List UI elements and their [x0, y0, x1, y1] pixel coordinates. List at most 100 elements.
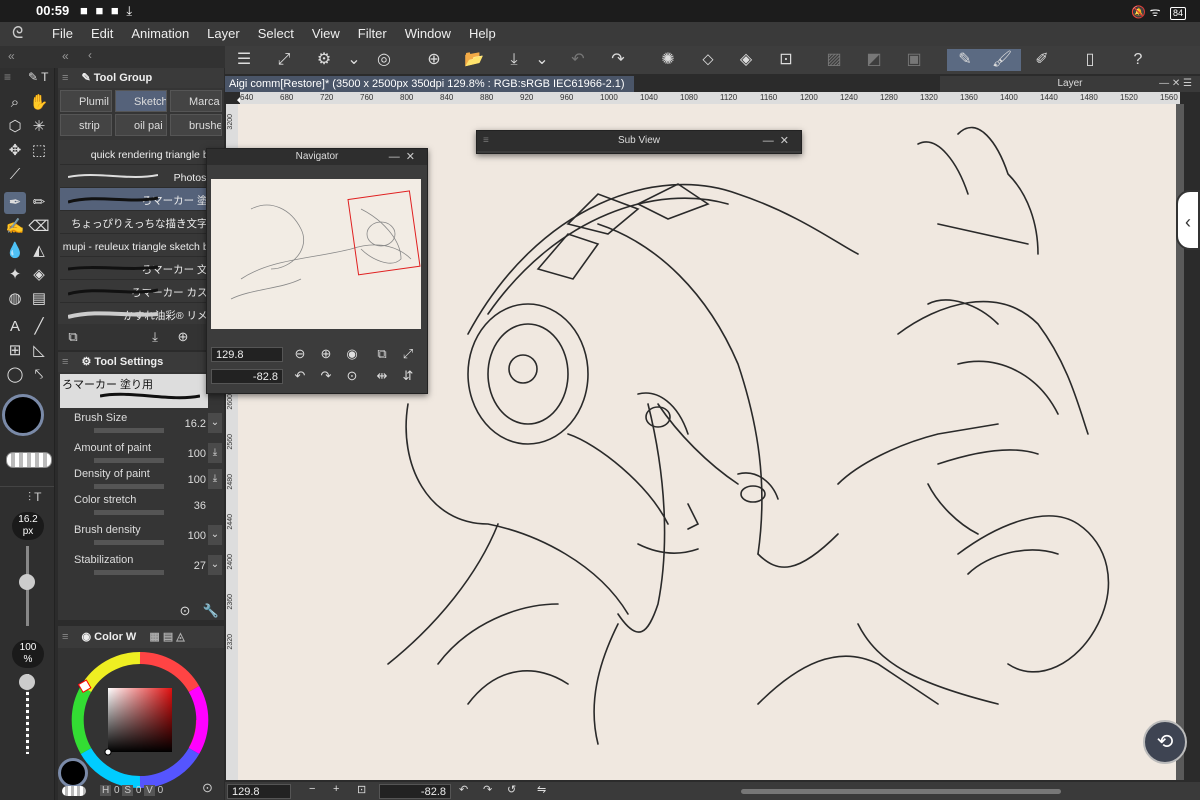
flip-icon[interactable]: ⇋: [537, 783, 546, 796]
transform-icon[interactable]: ⊡: [773, 49, 799, 71]
rotate-left-icon[interactable]: ↶: [291, 367, 309, 385]
save-icon[interactable]: ⤓: [501, 49, 527, 71]
gradient-fill-icon[interactable]: ▤: [28, 288, 50, 310]
color-tab-icons[interactable]: ▦ ▤ ◬: [149, 631, 184, 643]
tool-group-item[interactable]: Plumil: [60, 90, 112, 112]
transparent-mini-swatch[interactable]: [62, 786, 86, 796]
rotation-field[interactable]: -82.8: [379, 784, 451, 799]
tool-tab-icon[interactable]: ✎ T: [28, 70, 49, 84]
tool-group-item[interactable]: strip: [60, 114, 112, 136]
property-value[interactable]: 36: [194, 500, 206, 512]
clip-studio-icon[interactable]: ◎: [371, 49, 397, 71]
new-file-icon[interactable]: ⊕: [421, 49, 447, 71]
pencil-icon[interactable]: ✏: [28, 192, 50, 214]
operation-icon[interactable]: ⬡: [4, 116, 26, 138]
collapse-panel-icon[interactable]: «: [62, 49, 69, 63]
navigator-preview[interactable]: [211, 179, 421, 329]
panel-expand-handle[interactable]: ‹: [1176, 190, 1200, 250]
ruler-pen-icon[interactable]: ✐: [1029, 49, 1055, 71]
density-of-paint-property[interactable]: Density of paint 100 ⤓: [74, 468, 222, 494]
property-slider[interactable]: [94, 428, 164, 433]
hide-panels-icon[interactable]: ⤢: [271, 49, 297, 71]
hand-icon[interactable]: ✋: [28, 92, 50, 114]
drag-handle-icon[interactable]: ≡: [4, 70, 11, 84]
transparent-color-swatch[interactable]: [6, 452, 52, 468]
drag-handle-icon[interactable]: ≡: [62, 631, 68, 643]
menu-help[interactable]: Help: [469, 26, 496, 41]
navigator-zoom-field[interactable]: 129.8: [211, 347, 283, 362]
actual-size-icon[interactable]: ⧉: [373, 345, 391, 363]
tool-group-item[interactable]: brushe: [170, 114, 222, 136]
airbrush-icon[interactable]: ◭: [28, 240, 50, 262]
dropdown-icon[interactable]: ⌄: [208, 555, 222, 575]
settings-dial-icon[interactable]: ⊙: [176, 602, 194, 620]
property-slider[interactable]: [94, 540, 164, 545]
figure-icon[interactable]: ╱: [28, 316, 50, 338]
help-icon[interactable]: ?: [1125, 49, 1151, 71]
layer-panel-header[interactable]: Layer — ✕ ☰: [940, 76, 1200, 92]
color-mode-icon[interactable]: ⊙: [202, 780, 213, 796]
zoom-in-icon[interactable]: ⊕: [317, 345, 335, 363]
eraser-icon[interactable]: ⌫: [28, 216, 50, 238]
reset-rotation-icon[interactable]: ↺: [507, 783, 516, 796]
open-file-icon[interactable]: 📂: [461, 49, 487, 71]
brush-size-property[interactable]: Brush Size 16.2 ⌄: [74, 412, 222, 438]
drag-handle-icon[interactable]: ≡: [62, 356, 68, 368]
menu-icon[interactable]: ☰: [231, 49, 257, 71]
device-icon[interactable]: ▯: [1077, 49, 1103, 71]
sub-tool-item[interactable]: ろマーカー カスカ: [60, 280, 222, 303]
navigator-rotation-field[interactable]: -82.8: [211, 369, 283, 384]
property-value[interactable]: 27: [194, 560, 206, 572]
zoom-in-icon[interactable]: +: [333, 783, 339, 795]
window-controls[interactable]: —✕: [389, 149, 421, 165]
sub-tool-item-selected[interactable]: ろマーカー 塗り: [60, 188, 222, 211]
dropdown-icon[interactable]: ⤓: [208, 443, 222, 463]
property-value[interactable]: 100: [188, 530, 206, 542]
brush-density-property[interactable]: Brush density 100 ⌄: [74, 524, 222, 550]
fill-icon[interactable]: ◈: [28, 264, 50, 286]
sub-tool-item[interactable]: mupi - reuleux triangle sketch bru: [60, 234, 222, 257]
frame-icon[interactable]: ⊞: [4, 340, 26, 362]
rotate-screen-button[interactable]: ⟲: [1143, 720, 1187, 764]
drag-handle-icon[interactable]: ≡: [62, 72, 68, 84]
menu-file[interactable]: File: [52, 26, 73, 41]
property-slider[interactable]: [94, 484, 164, 489]
color-panel-header[interactable]: ≡ ◉ Color W ▦ ▤ ◬: [58, 626, 224, 648]
main-color-mini-swatch[interactable]: [58, 758, 88, 788]
chevron-down-icon[interactable]: ⌄: [341, 49, 367, 71]
undo-icon[interactable]: ↶: [565, 49, 591, 71]
brush-mode-icon[interactable]: 🖌: [983, 49, 1021, 71]
menu-layer[interactable]: Layer: [207, 26, 240, 41]
property-value[interactable]: 100: [188, 448, 206, 460]
navigator-title-bar[interactable]: Navigator —✕: [207, 149, 427, 165]
correct-line-icon[interactable]: ⤣: [28, 364, 50, 386]
decoration-icon[interactable]: ✦: [4, 264, 26, 286]
fit-icon[interactable]: ⊡: [357, 783, 366, 796]
window-controls[interactable]: —✕: [763, 131, 795, 151]
amount-of-paint-property[interactable]: Amount of paint 100 ⤓: [74, 442, 222, 468]
sub-tool-item[interactable]: Photosho: [60, 165, 222, 188]
rotate-right-icon[interactable]: ↷: [483, 783, 492, 796]
menu-window[interactable]: Window: [405, 26, 451, 41]
sub-tool-settings-icon[interactable]: ⧉: [64, 328, 82, 346]
move-icon[interactable]: ✥: [4, 140, 26, 162]
download-icon[interactable]: ⤓: [146, 328, 164, 346]
flip-vertical-icon[interactable]: ⇵: [399, 367, 417, 385]
tool-group-item-selected[interactable]: Sketch: [115, 90, 167, 112]
menu-edit[interactable]: Edit: [91, 26, 113, 41]
tool-settings-header[interactable]: ≡ ⚙ Tool Settings: [58, 352, 224, 372]
brush-size-slider-knob[interactable]: [19, 574, 35, 590]
pen-mode-icon[interactable]: ✎: [947, 49, 983, 71]
sub-view-title-bar[interactable]: ≡ Sub View —✕: [477, 131, 801, 151]
redo-icon[interactable]: ↷: [605, 49, 631, 71]
color-wheel[interactable]: [70, 650, 210, 790]
property-slider[interactable]: [94, 570, 164, 575]
blend-icon[interactable]: 💧: [4, 240, 26, 262]
wrench-icon[interactable]: 🔧: [202, 602, 220, 620]
text-icon[interactable]: A: [4, 316, 26, 338]
property-slider[interactable]: [94, 510, 164, 515]
brush-icon[interactable]: ✍: [4, 216, 26, 238]
auto-select-icon[interactable]: ✳: [28, 116, 50, 138]
zoom-out-icon[interactable]: ⊖: [291, 345, 309, 363]
sub-tool-item[interactable]: かすれ油彩® リメイ: [60, 303, 222, 326]
